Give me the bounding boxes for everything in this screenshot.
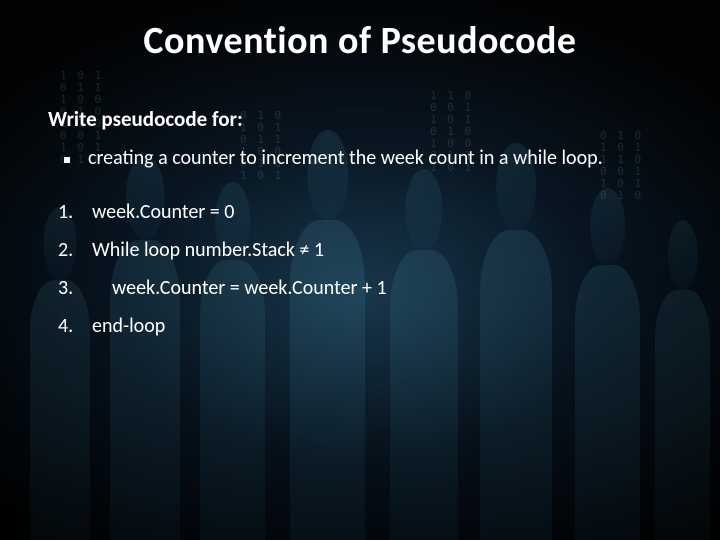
bullet-item: creating a counter to increment the week… (56, 146, 672, 170)
slide-subheading: Write pseudocode for: (48, 106, 672, 132)
list-item: end-loop (52, 314, 672, 338)
slide-content: Convention of Pseudocode Write pseudocod… (0, 0, 720, 338)
list-item: While loop number.Stack ≠ 1 (52, 238, 672, 262)
list-item: week.Counter = 0 (52, 200, 672, 224)
bullet-icon (64, 157, 70, 163)
bullet-text: creating a counter to increment the week… (88, 146, 603, 170)
list-item: week.Counter = week.Counter + 1 (52, 276, 672, 300)
numbered-list: week.Counter = 0 While loop number.Stack… (52, 200, 672, 338)
slide-title: Convention of Pseudocode (48, 18, 672, 64)
